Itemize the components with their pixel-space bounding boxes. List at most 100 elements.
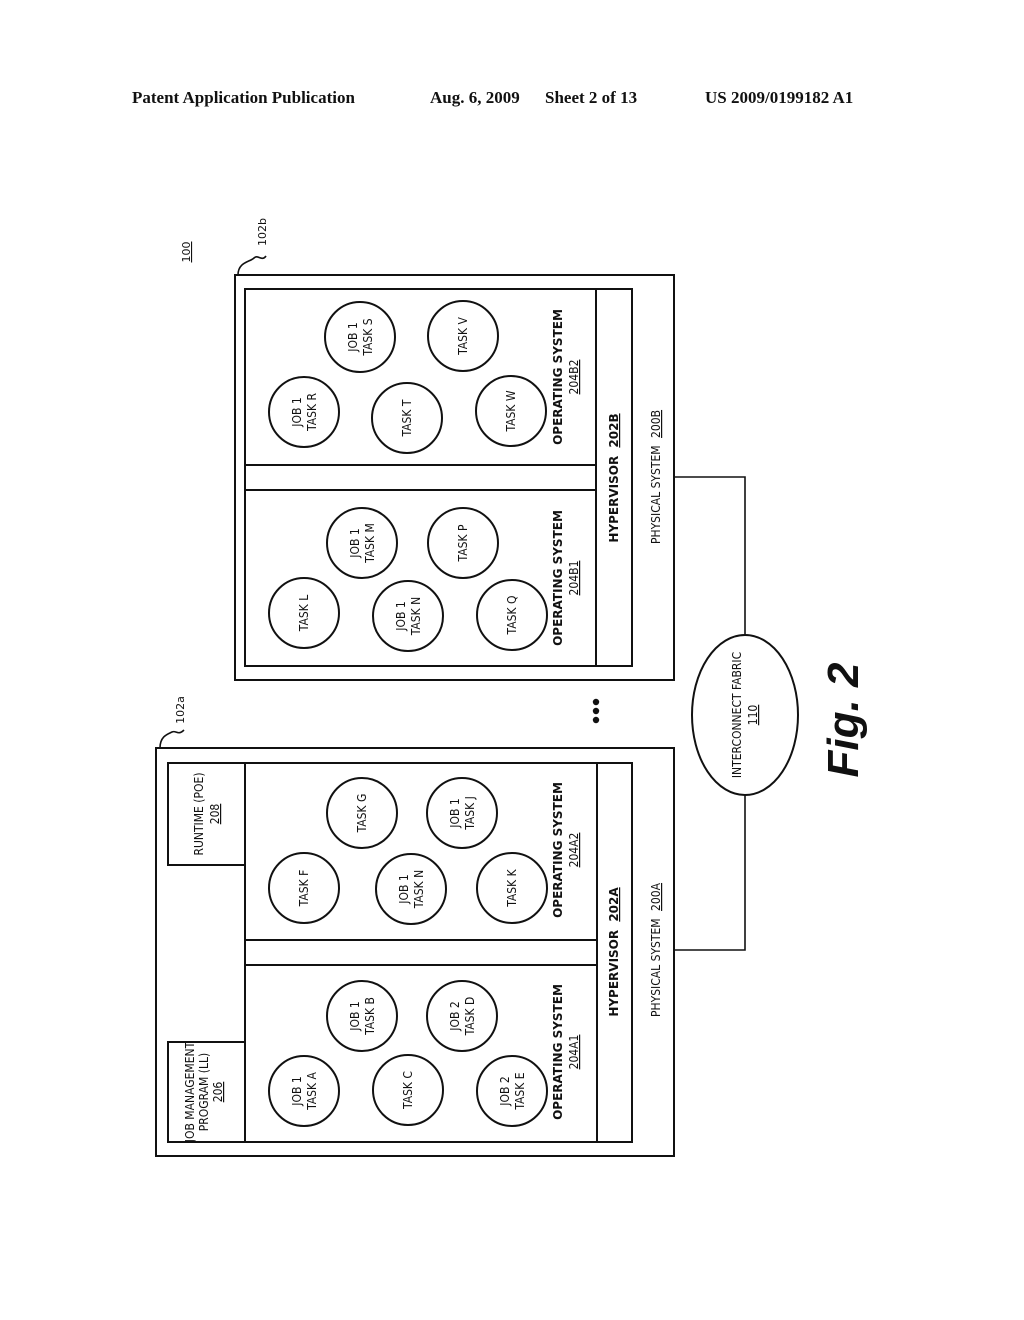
physical-label: PHYSICAL SYSTEM — [649, 445, 663, 544]
task-circle-shape — [324, 301, 396, 373]
task-circle-shape — [326, 980, 398, 1052]
task-circle: TASK G — [326, 777, 398, 849]
task-label: TASK C — [401, 1071, 415, 1110]
svg-text:HYPERVISOR 202A: HYPERVISOR 202A — [607, 887, 621, 1017]
task-label: JOB 2 — [448, 1001, 462, 1031]
task-label: TASK J — [463, 796, 477, 831]
task-label: TASK P — [456, 524, 470, 562]
figure-diagram: 100 102b JOB 1 TASK R JOB 1 TASK S TASK T … — [155, 218, 868, 1157]
os-label: OPERATING SYSTEM — [551, 984, 565, 1120]
callout-102a: 102a — [174, 696, 187, 724]
callout-102b: 102b — [256, 218, 269, 246]
svg-text:PHYSICAL SYSTEM 200B: PHYSICAL SYSTEM 200B — [649, 410, 663, 544]
task-label: JOB 1 — [348, 528, 362, 558]
task-label: TASK B — [363, 997, 377, 1036]
more-systems-ellipsis — [592, 698, 600, 724]
ellipsis-dot — [592, 698, 600, 706]
os-204a2-label: OPERATING SYSTEM 204A2 — [551, 782, 581, 918]
figure-ref: 100 — [180, 242, 193, 263]
task-label: TASK Q — [505, 596, 519, 636]
task-circle: TASK W — [475, 375, 547, 447]
hypervisor-202a-label: HYPERVISOR 202A — [607, 887, 621, 1017]
os-ref: 204B2 — [567, 360, 581, 395]
task-label: JOB 1 — [348, 1001, 362, 1031]
callout-102a-text: 102a — [174, 696, 187, 724]
os-204a1-label: OPERATING SYSTEM 204A1 — [551, 984, 581, 1120]
task-label: JOB 1 — [290, 397, 304, 427]
runtime-208-label: RUNTIME (POE) 208 — [192, 772, 222, 855]
ellipsis-dot — [592, 707, 600, 715]
figure-ref-text: 100 — [180, 242, 193, 263]
svg-text:HYPERVISOR 202B: HYPERVISOR 202B — [607, 413, 621, 542]
task-circle: JOB 1 TASK N — [375, 853, 447, 925]
figure-caption: Fig. 2 — [819, 662, 868, 777]
task-circle-shape — [326, 507, 398, 579]
callout-102b-leader — [237, 255, 267, 276]
task-label: TASK G — [355, 794, 369, 834]
hypervisor-label: HYPERVISOR — [607, 456, 621, 543]
physical-200a-label: PHYSICAL SYSTEM 200A — [649, 882, 663, 1017]
os-204a1-tasks: JOB 1 TASK A JOB 1 TASK B TASK C JOB 2 TASK… — [268, 980, 548, 1127]
task-label: TASK N — [409, 597, 423, 636]
os-ref: 204A1 — [567, 1035, 581, 1070]
task-circle: TASK P — [427, 507, 499, 579]
task-label: TASK S — [361, 318, 375, 356]
task-label: JOB 1 — [346, 322, 360, 352]
task-circle: JOB 2 TASK E — [476, 1055, 548, 1127]
os-label: OPERATING SYSTEM — [551, 309, 565, 445]
connector-200b-fabric — [674, 476, 746, 636]
task-circle-shape — [375, 853, 447, 925]
task-label: TASK F — [297, 870, 311, 908]
runtime-ref: 208 — [208, 804, 222, 825]
task-circle: TASK F — [268, 852, 340, 924]
task-circle: TASK T — [371, 382, 443, 454]
interconnect-label: INTERCONNECT FABRIC — [730, 652, 744, 778]
task-circle-shape — [372, 580, 444, 652]
task-label: TASK M — [363, 523, 377, 564]
runtime-label: RUNTIME (POE) — [192, 772, 206, 855]
os-ref: 204A2 — [567, 833, 581, 868]
hypervisor-202b-label: HYPERVISOR 202B — [607, 413, 621, 542]
hypervisor-ref: 202A — [607, 887, 621, 922]
task-label: TASK N — [412, 870, 426, 909]
task-circle-shape — [476, 1055, 548, 1127]
task-label: TASK D — [463, 997, 477, 1037]
os-label: OPERATING SYSTEM — [551, 782, 565, 918]
task-label: JOB 1 — [394, 601, 408, 631]
callout-102b-text: 102b — [256, 218, 269, 246]
task-label: TASK R — [305, 393, 319, 432]
task-label: TASK A — [305, 1071, 319, 1110]
task-label: TASK L — [297, 595, 311, 632]
task-label: TASK V — [456, 316, 470, 355]
task-circle: TASK C — [372, 1054, 444, 1126]
os-204b2-label: OPERATING SYSTEM 204B2 — [551, 309, 581, 445]
task-label: TASK K — [505, 868, 519, 907]
task-label: TASK W — [504, 390, 518, 432]
interconnect-fabric — [691, 634, 799, 796]
figure-caption-text: Fig. 2 — [819, 662, 868, 777]
job-mgmt-206-label: JOB MANAGEMENT PROGRAM (LL) 206 — [183, 1041, 225, 1143]
task-label: TASK E — [513, 1072, 527, 1110]
os-204a2-tasks: TASK F TASK G JOB 1 TASK N JOB 1 TASK J TA… — [268, 777, 548, 925]
hypervisor-label: HYPERVISOR — [607, 930, 621, 1017]
job-mgmt-ref: 206 — [211, 1082, 225, 1103]
task-label: JOB 1 — [397, 874, 411, 904]
runtime-208-box — [167, 762, 246, 866]
task-circle-shape — [426, 777, 498, 849]
os-204b1-tasks: TASK L JOB 1 TASK M JOB 1 TASK N TASK P TA… — [268, 507, 548, 652]
connector-200a-fabric — [674, 795, 746, 951]
os-204b2-tasks: JOB 1 TASK R JOB 1 TASK S TASK T TASK V TA… — [268, 300, 547, 454]
task-label: JOB 1 — [448, 798, 462, 828]
task-label: TASK T — [400, 399, 414, 437]
job-mgmt-label-line2: PROGRAM (LL) — [197, 1053, 211, 1131]
ellipsis-dot — [592, 716, 600, 724]
task-label: JOB 2 — [498, 1076, 512, 1106]
interconnect-ref: 110 — [746, 705, 760, 726]
task-circle: TASK Q — [476, 579, 548, 651]
os-ref: 204B1 — [567, 561, 581, 596]
interconnect-fabric-label: INTERCONNECT FABRIC 110 — [730, 652, 760, 778]
callout-102a-leader — [159, 729, 185, 749]
task-circle: TASK L — [268, 577, 340, 649]
task-circle-shape — [268, 1055, 340, 1127]
physical-label: PHYSICAL SYSTEM — [649, 918, 663, 1017]
